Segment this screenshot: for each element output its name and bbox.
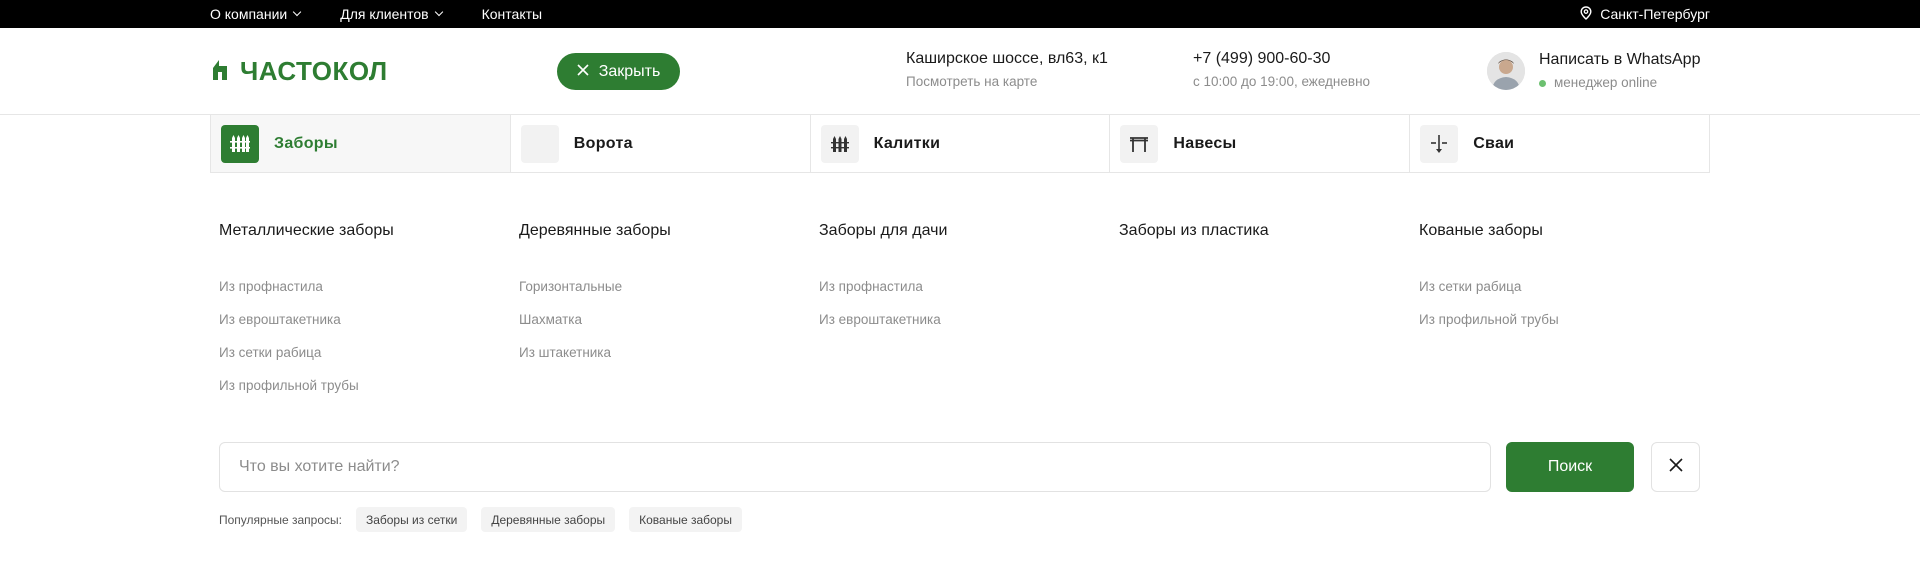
- menu-link[interactable]: Из сетки рабица: [219, 344, 519, 377]
- logo-icon: [210, 58, 230, 85]
- pile-icon: [1420, 124, 1459, 163]
- tab-canopies-label: Навесы: [1173, 134, 1237, 152]
- popular-query-chip[interactable]: Деревянные заборы: [481, 507, 616, 532]
- popular-query-chip[interactable]: Заборы из сетки: [355, 507, 468, 532]
- wicket-icon: [820, 124, 859, 163]
- address-text: Каширское шоссе, вл63, к1: [906, 50, 1108, 67]
- tab-piles[interactable]: Сваи: [1409, 115, 1710, 172]
- menu-link[interactable]: Из сетки рабица: [1419, 278, 1719, 311]
- tab-wickets[interactable]: Калитки: [809, 115, 1110, 172]
- menu-column-title[interactable]: Заборы из пластика: [1119, 222, 1419, 240]
- clear-search-button[interactable]: [1651, 442, 1700, 492]
- logo-text: ЧАСТОКОЛ: [240, 56, 388, 86]
- top-nav: О компании Для клиентов Контакты: [210, 0, 542, 28]
- close-menu-label: Закрыть: [598, 62, 661, 80]
- fence-icon: [221, 124, 259, 163]
- category-tabs: Заборы Ворота Калитки Навесы Сваи: [210, 115, 1710, 173]
- menu-column: Заборы из пластика: [1119, 222, 1419, 410]
- close-icon: [577, 63, 589, 81]
- manager-status: менеджер online: [1539, 75, 1700, 90]
- menu-column-title[interactable]: Металлические заборы: [219, 222, 519, 240]
- top-nav-contacts[interactable]: Контакты: [482, 6, 542, 22]
- menu-column: Кованые заборы Из сетки рабица Из профил…: [1419, 222, 1719, 410]
- top-bar: О компании Для клиентов Контакты Санкт-П…: [0, 0, 1920, 28]
- menu-link[interactable]: Горизонтальные: [519, 278, 819, 311]
- logo[interactable]: ЧАСТОКОЛ: [210, 56, 388, 87]
- menu-link[interactable]: Из профильной трубы: [219, 377, 519, 410]
- manager-status-label: менеджер online: [1554, 75, 1658, 90]
- tab-gates-label: Ворота: [573, 134, 633, 152]
- location-pin-icon: [1580, 5, 1592, 23]
- working-hours: с 10:00 до 19:00, ежедневно: [1193, 74, 1371, 89]
- menu-link[interactable]: Из профнастила: [219, 278, 519, 311]
- menu-link[interactable]: Из штакетника: [519, 344, 819, 377]
- chevron-down-icon: [434, 7, 443, 17]
- phone-link[interactable]: +7 (499) 900-60-30: [1193, 50, 1370, 68]
- online-status-dot: [1539, 79, 1546, 87]
- gate-icon: [520, 124, 559, 163]
- menu-link[interactable]: Шахматка: [519, 311, 819, 344]
- search-button-label: Поиск: [1547, 458, 1593, 475]
- popular-queries: Популярные запросы: Заборы из сетки Дере…: [219, 507, 742, 532]
- menu-link[interactable]: Из профильной трубы: [1419, 311, 1719, 344]
- phone-block: +7 (499) 900-60-30 с 10:00 до 19:00, еже…: [1193, 50, 1370, 89]
- canopy-icon: [1120, 124, 1159, 163]
- tab-gates[interactable]: Ворота: [509, 115, 810, 172]
- menu-link[interactable]: Из профнастила: [819, 278, 1119, 311]
- tab-fences[interactable]: Заборы: [210, 115, 510, 172]
- tab-wickets-label: Калитки: [873, 134, 941, 152]
- top-nav-clients-label: Для клиентов: [340, 6, 429, 22]
- menu-column: Металлические заборы Из профнастила Из е…: [219, 222, 519, 410]
- tab-canopies[interactable]: Навесы: [1109, 115, 1409, 172]
- menu-column: Заборы для дачи Из профнастила Из еврошт…: [819, 222, 1119, 410]
- search-button[interactable]: Поиск: [1506, 442, 1634, 492]
- chevron-down-icon: [292, 7, 302, 17]
- view-on-map-link[interactable]: Посмотреть на карте: [906, 74, 1108, 89]
- menu-link[interactable]: Из евроштакетника: [819, 311, 1119, 344]
- tab-piles-label: Сваи: [1473, 134, 1515, 152]
- top-nav-about[interactable]: О компании: [210, 6, 302, 22]
- menu-column: Деревянные заборы Горизонтальные Шахматк…: [519, 222, 819, 410]
- mega-menu: Металлические заборы Из профнастила Из е…: [219, 222, 1719, 410]
- whatsapp-link[interactable]: Написать в WhatsApp: [1539, 51, 1700, 69]
- top-nav-clients[interactable]: Для клиентов: [340, 6, 443, 22]
- top-nav-contacts-label: Контакты: [481, 6, 543, 22]
- city-selector[interactable]: Санкт-Петербург: [1580, 0, 1710, 28]
- address-block: Каширское шоссе, вл63, к1 Посмотреть на …: [906, 50, 1108, 89]
- popular-query-chip[interactable]: Кованые заборы: [629, 507, 742, 532]
- close-icon: [1668, 457, 1683, 477]
- city-name: Санкт-Петербург: [1600, 6, 1710, 22]
- popular-queries-label: Популярные запросы:: [219, 512, 342, 527]
- close-menu-button[interactable]: Закрыть: [557, 53, 680, 90]
- search-input[interactable]: [219, 442, 1491, 492]
- whatsapp-block[interactable]: Написать в WhatsApp менеджер online: [1487, 51, 1700, 90]
- header: ЧАСТОКОЛ Закрыть Каширское шоссе, вл63, …: [0, 28, 1920, 115]
- tab-fences-label: Заборы: [274, 134, 338, 152]
- menu-link[interactable]: Из евроштакетника: [219, 311, 519, 344]
- top-nav-about-label: О компании: [210, 6, 288, 22]
- menu-column-title[interactable]: Заборы для дачи: [819, 222, 1119, 240]
- menu-column-title[interactable]: Деревянные заборы: [519, 222, 819, 240]
- avatar: [1487, 51, 1525, 90]
- menu-column-title[interactable]: Кованые заборы: [1419, 222, 1719, 240]
